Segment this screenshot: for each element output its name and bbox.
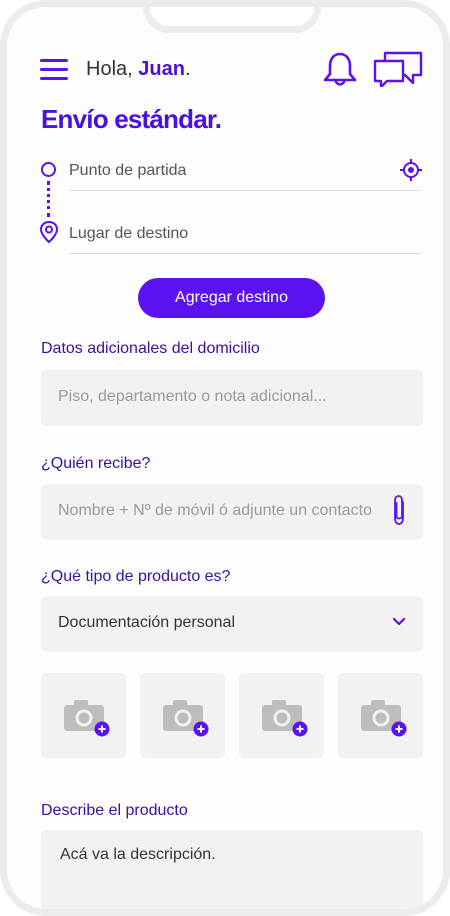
- product-type-label: ¿Qué tipo de producto es?: [41, 568, 231, 585]
- camera-add-icon: [163, 700, 209, 737]
- phone-frame: Hola, Juan. Envío estándar. Punto de par…: [0, 0, 450, 916]
- user-name: Juan: [138, 58, 185, 80]
- hamburger-menu-icon[interactable]: [40, 59, 68, 81]
- paperclip-icon[interactable]: [390, 494, 408, 526]
- greeting-suffix: .: [184, 58, 191, 80]
- description-label: Describe el producto: [41, 802, 188, 819]
- camera-add-icon: [64, 700, 110, 737]
- recipient-label: ¿Quién recibe?: [41, 455, 151, 472]
- photo-slot-1[interactable]: [41, 673, 126, 758]
- address-details-label: Datos adicionales del domicilio: [41, 340, 260, 357]
- route-start-icon: [41, 162, 56, 177]
- start-point-input[interactable]: Punto de partida: [69, 159, 421, 191]
- photo-slot-4[interactable]: [338, 673, 423, 758]
- location-pin-icon: [39, 220, 59, 244]
- camera-add-icon: [361, 700, 407, 737]
- address-details-input[interactable]: Piso, departamento o nota adicional...: [41, 370, 423, 426]
- photo-slot-2[interactable]: [140, 673, 225, 758]
- add-destination-button[interactable]: Agregar destino: [138, 278, 325, 318]
- product-type-select[interactable]: Documentación personal: [41, 596, 423, 652]
- route-connector: [47, 181, 50, 217]
- bell-icon[interactable]: [322, 51, 358, 87]
- app-header: Hola, Juan.: [7, 7, 443, 97]
- chevron-down-icon[interactable]: [393, 618, 405, 626]
- recipient-input[interactable]: Nombre + Nº de móvil ó adjunte un contac…: [41, 484, 423, 540]
- camera-add-icon: [262, 700, 308, 737]
- chat-icon[interactable]: [373, 51, 423, 87]
- greeting: Hola, Juan.: [86, 58, 191, 81]
- crosshair-locate-icon[interactable]: [400, 159, 422, 181]
- page-title: Envío estándar.: [41, 104, 222, 134]
- destination-input[interactable]: Lugar de destino: [69, 222, 421, 254]
- photo-slot-3[interactable]: [239, 673, 324, 758]
- description-textarea[interactable]: Acá va la descripción.: [41, 830, 423, 909]
- greeting-prefix: Hola,: [86, 58, 133, 80]
